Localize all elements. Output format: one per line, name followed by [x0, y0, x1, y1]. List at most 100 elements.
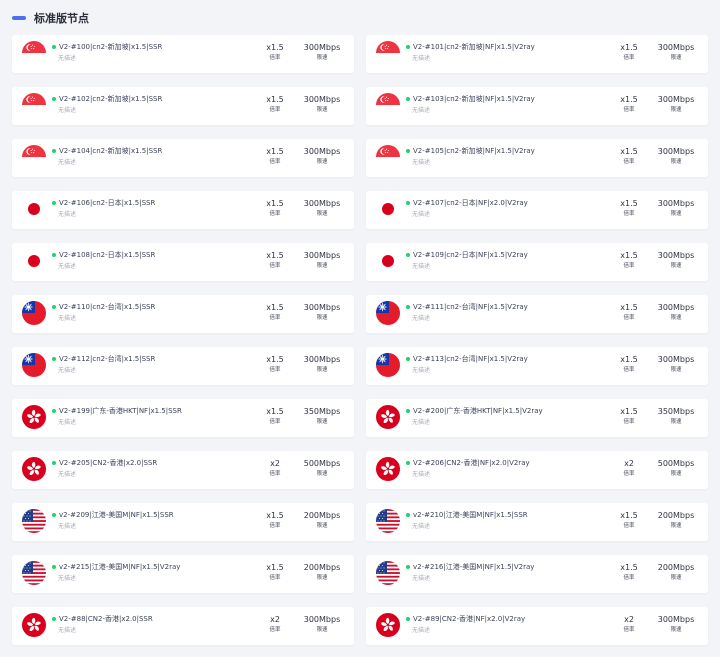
- rate-value: x2: [270, 615, 280, 624]
- speed-value: 300Mbps: [657, 251, 695, 260]
- rate-stat: x1.5 倍率: [260, 43, 290, 63]
- node-card-20[interactable]: v2-#210|江港-美国M|NF|x1.5|SSR 无描述 x1.5 倍率 2…: [366, 503, 708, 541]
- node-card-7[interactable]: V2-#106|cn2-日本|x1.5|SSR 无描述 x1.5 倍率 300M…: [12, 191, 354, 229]
- online-status-icon: [406, 97, 410, 101]
- node-name-text: V2-#110|cn2-台湾|x1.5|SSR: [59, 303, 156, 311]
- node-name: V2-#113|cn2-台湾|NF|x1.5|V2ray: [406, 354, 528, 364]
- rate-value: x1.5: [266, 355, 284, 364]
- speed-value: 300Mbps: [303, 147, 341, 156]
- rate-label: 倍率: [269, 107, 281, 113]
- node-name-text: V2-#106|cn2-日本|x1.5|SSR: [59, 199, 156, 207]
- node-name: V2-#112|cn2-台湾|x1.5|SSR: [52, 354, 155, 364]
- node-card-9[interactable]: V2-#108|cn2-日本|x1.5|SSR 无描述 x1.5 倍率 300M…: [12, 243, 354, 281]
- rate-label: 倍率: [269, 471, 281, 477]
- speed-stat: 300Mbps 限速: [300, 615, 344, 635]
- node-description: 无描述: [412, 627, 431, 634]
- node-description: 无描述: [58, 627, 77, 634]
- rate-label: 倍率: [269, 575, 281, 581]
- speed-stat: 300Mbps 限速: [300, 43, 344, 63]
- node-name: V2-#105|cn2-新加坡|NF|x1.5|V2ray: [406, 146, 535, 156]
- speed-value: 300Mbps: [303, 615, 341, 624]
- speed-label: 限速: [316, 159, 328, 165]
- node-card-3[interactable]: V2-#102|cn2-新加坡|x1.5|SSR 无描述 x1.5 倍率 300…: [12, 87, 354, 125]
- node-card-17[interactable]: V2-#205|CN2-香港|x2.0|SSR 无描述 x2 倍率 500Mbp…: [12, 451, 354, 489]
- speed-label: 限速: [670, 55, 682, 61]
- speed-stat: 300Mbps 限速: [300, 355, 344, 375]
- speed-stat: 500Mbps 限速: [654, 459, 698, 479]
- rate-value: x1.5: [620, 43, 638, 52]
- node-card-5[interactable]: V2-#104|cn2-新加坡|x1.5|SSR 无描述 x1.5 倍率 300…: [12, 139, 354, 177]
- rate-stat: x1.5 倍率: [260, 147, 290, 167]
- node-name: V2-#106|cn2-日本|x1.5|SSR: [52, 198, 155, 208]
- rate-stat: x1.5 倍率: [260, 563, 290, 583]
- node-description: 无描述: [412, 315, 431, 322]
- rate-stat: x1.5 倍率: [614, 563, 644, 583]
- rate-label: 倍率: [269, 55, 281, 61]
- node-card-22[interactable]: v2-#216|江港-美国M|NF|x1.5|V2ray 无描述 x1.5 倍率…: [366, 555, 708, 593]
- rate-label: 倍率: [623, 107, 635, 113]
- node-description: 无描述: [58, 367, 77, 374]
- rate-value: x1.5: [266, 251, 284, 260]
- sg-flag-icon: [376, 41, 400, 65]
- node-card-23[interactable]: V2-#88|CN2-香港|x2.0|SSR 无描述 x2 倍率 300Mbps…: [12, 607, 354, 645]
- node-card-10[interactable]: V2-#109|cn2-日本|NF|x1.5|V2ray 无描述 x1.5 倍率…: [366, 243, 708, 281]
- sg-flag-icon: [22, 41, 46, 65]
- node-card-15[interactable]: V2-#199|广东-香港HKT|NF|x1.5|SSR 无描述 x1.5 倍率…: [12, 399, 354, 437]
- node-description: 无描述: [412, 159, 431, 166]
- speed-stat: 300Mbps 限速: [654, 95, 698, 115]
- node-name: V2-#110|cn2-台湾|x1.5|SSR: [52, 302, 155, 312]
- rate-stat: x1.5 倍率: [260, 303, 290, 323]
- node-description: 无描述: [58, 471, 77, 478]
- node-name-text: V2-#113|cn2-台湾|NF|x1.5|V2ray: [413, 355, 528, 363]
- node-card-13[interactable]: V2-#112|cn2-台湾|x1.5|SSR 无描述 x1.5 倍率 300M…: [12, 347, 354, 385]
- hk-flag-icon: [376, 405, 400, 429]
- node-card-19[interactable]: v2-#209|江港-美国M|NF|x1.5|SSR 无描述 x1.5 倍率 2…: [12, 503, 354, 541]
- rate-stat: x2 倍率: [614, 615, 644, 635]
- node-name-text: V2-#112|cn2-台湾|x1.5|SSR: [59, 355, 156, 363]
- rate-value: x1.5: [620, 251, 638, 260]
- online-status-icon: [406, 357, 410, 361]
- speed-value: 500Mbps: [303, 459, 341, 468]
- node-card-12[interactable]: V2-#111|cn2-台湾|NF|x1.5|V2ray 无描述 x1.5 倍率…: [366, 295, 708, 333]
- node-name-text: V2-#102|cn2-新加坡|x1.5|SSR: [59, 95, 163, 103]
- node-card-8[interactable]: V2-#107|cn2-日本|NF|x2.0|V2ray 无描述 x1.5 倍率…: [366, 191, 708, 229]
- node-card-4[interactable]: V2-#103|cn2-新加坡|NF|x1.5|V2ray 无描述 x1.5 倍…: [366, 87, 708, 125]
- node-name-text: V2-#111|cn2-台湾|NF|x1.5|V2ray: [413, 303, 528, 311]
- node-card-1[interactable]: V2-#100|cn2-新加坡|x1.5|SSR 无描述 x1.5 倍率 300…: [12, 35, 354, 73]
- online-status-icon: [52, 409, 56, 413]
- speed-value: 300Mbps: [303, 199, 341, 208]
- speed-value: 300Mbps: [657, 615, 695, 624]
- node-card-18[interactable]: V2-#206|CN2-香港|NF|x2.0|V2ray 无描述 x2 倍率 5…: [366, 451, 708, 489]
- speed-label: 限速: [316, 107, 328, 113]
- hk-flag-icon: [22, 613, 46, 637]
- rate-stat: x1.5 倍率: [614, 251, 644, 271]
- rate-value: x1.5: [266, 147, 284, 156]
- tw-flag-icon: [376, 301, 400, 325]
- node-card-2[interactable]: V2-#101|cn2-新加坡|NF|x1.5|V2ray 无描述 x1.5 倍…: [366, 35, 708, 73]
- rate-value: x1.5: [620, 95, 638, 104]
- speed-value: 500Mbps: [657, 459, 695, 468]
- node-name: V2-#199|广东-香港HKT|NF|x1.5|SSR: [52, 406, 182, 416]
- node-description: 无描述: [58, 263, 77, 270]
- node-description: 无描述: [58, 315, 77, 322]
- speed-label: 限速: [670, 263, 682, 269]
- speed-label: 限速: [670, 107, 682, 113]
- speed-value: 350Mbps: [657, 407, 695, 416]
- speed-label: 限速: [670, 315, 682, 321]
- node-card-14[interactable]: V2-#113|cn2-台湾|NF|x1.5|V2ray 无描述 x1.5 倍率…: [366, 347, 708, 385]
- rate-value: x1.5: [620, 199, 638, 208]
- node-card-21[interactable]: v2-#215|江港-美国M|NF|x1.5|V2ray 无描述 x1.5 倍率…: [12, 555, 354, 593]
- node-card-6[interactable]: V2-#105|cn2-新加坡|NF|x1.5|V2ray 无描述 x1.5 倍…: [366, 139, 708, 177]
- rate-label: 倍率: [623, 575, 635, 581]
- online-status-icon: [406, 461, 410, 465]
- node-name-text: V2-#109|cn2-日本|NF|x1.5|V2ray: [413, 251, 528, 259]
- node-card-16[interactable]: V2-#200|广东-香港HKT|NF|x1.5|V2ray 无描述 x1.5 …: [366, 399, 708, 437]
- node-card-24[interactable]: V2-#89|CN2-香港|NF|x2.0|V2ray 无描述 x2 倍率 30…: [366, 607, 708, 645]
- rate-label: 倍率: [269, 159, 281, 165]
- node-description: 无描述: [412, 471, 431, 478]
- speed-stat: 300Mbps 限速: [654, 303, 698, 323]
- speed-stat: 300Mbps 限速: [300, 95, 344, 115]
- node-card-11[interactable]: V2-#110|cn2-台湾|x1.5|SSR 无描述 x1.5 倍率 300M…: [12, 295, 354, 333]
- node-grid: V2-#100|cn2-新加坡|x1.5|SSR 无描述 x1.5 倍率 300…: [12, 35, 708, 645]
- node-description: 无描述: [412, 107, 431, 114]
